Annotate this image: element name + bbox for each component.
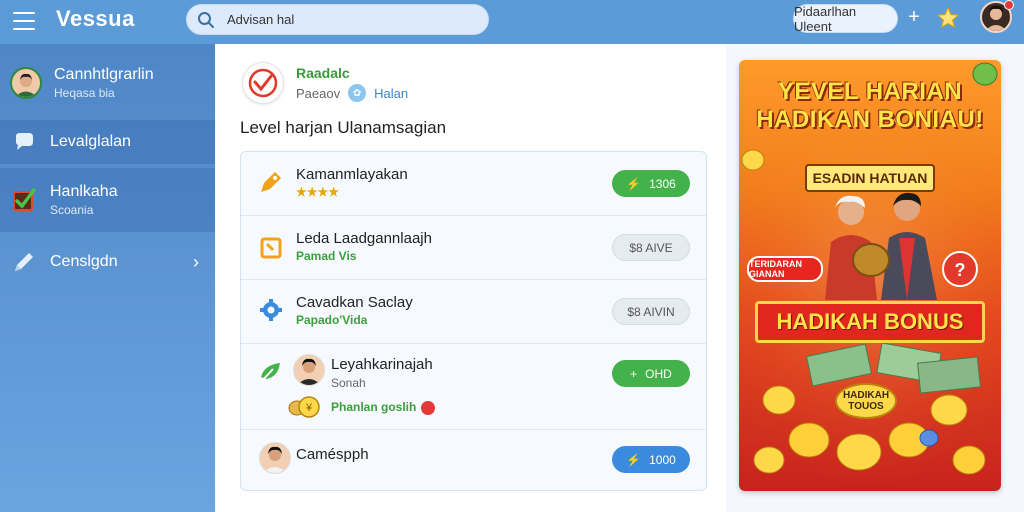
main-content: Raadalc Paeaov ✿ Halan Level harjan Ulan… xyxy=(216,44,726,512)
task-list-card: Kamanmlayakan ★★★★ ⚡ 1306 Leda Laadgannla… xyxy=(240,151,707,491)
avatar xyxy=(259,442,291,474)
star-icon[interactable] xyxy=(936,6,960,30)
promo-tag: ESADIN HATUAN xyxy=(805,164,935,192)
badge-icon: ✿ xyxy=(348,84,367,102)
bolt-icon: ⚡ xyxy=(626,176,642,191)
plus-icon: + xyxy=(630,366,638,381)
promo-headline-line-2: HADIKAN BONIAU! xyxy=(756,106,984,133)
row-title: Caméspph xyxy=(296,446,369,463)
search-icon xyxy=(198,11,214,28)
sidebar-item-profile[interactable]: Cannhtlgrarlin Heqasa bia xyxy=(0,58,215,108)
sidebar-item-label: Hanlkaha xyxy=(50,183,118,200)
chevron-right-icon: › xyxy=(193,251,199,272)
brand-sub-text: Paeaov xyxy=(296,85,341,101)
search-input[interactable] xyxy=(227,12,467,27)
claim-button-label: OHD xyxy=(645,366,672,381)
price-button[interactable]: $8 AIVIN xyxy=(612,298,690,325)
avatar xyxy=(293,354,325,386)
row-subtitle: Pamad Vis xyxy=(296,249,357,263)
header-action-button[interactable]: Pidaarlhan Uleent xyxy=(793,4,898,34)
list-item[interactable]: Cavadkan Saclay Papado'Vida $8 AIVIN xyxy=(241,280,706,344)
list-item[interactable]: Kamanmlayakan ★★★★ ⚡ 1306 xyxy=(241,152,706,216)
avatar xyxy=(10,67,42,99)
star-rating: ★★★★ xyxy=(296,185,340,199)
row-extra: Phanlan goslih xyxy=(331,400,417,414)
coin-icon: ¥ xyxy=(287,394,320,418)
sidebar-item-settings[interactable]: Censlgdn › xyxy=(0,242,215,282)
brand-logo xyxy=(242,62,284,104)
pencil-icon xyxy=(10,248,38,276)
promo-ribbon[interactable]: HADIKAH BONUS xyxy=(755,301,985,343)
leaf-icon xyxy=(257,358,285,386)
alert-dot-icon xyxy=(421,401,435,415)
sidebar-item-sublabel: Scoania xyxy=(50,203,94,217)
search-box[interactable] xyxy=(186,4,489,35)
list-item[interactable]: Caméspph ⚡ 1000 xyxy=(241,430,706,490)
menu-icon[interactable] xyxy=(12,9,36,33)
row-title: Leda Laadgannlaajh xyxy=(296,230,432,247)
checkbox-icon xyxy=(10,186,38,214)
brand-subtitle: Paeaov ✿ Halan xyxy=(296,84,408,102)
brand-title: Raadalc xyxy=(296,65,350,81)
square-icon xyxy=(257,234,285,262)
claim-button[interactable]: ⚡ 1306 xyxy=(612,170,690,197)
promo-banner[interactable]: ? YEVEL HARIAN HADIKAN BONIAU! ESADIN HA… xyxy=(739,60,1001,491)
notification-badge[interactable] xyxy=(1004,0,1014,10)
claim-button-label: 1306 xyxy=(649,176,676,191)
list-item[interactable]: Leda Laadgannlaajh Pamad Vis $8 AIVE xyxy=(241,216,706,280)
brand-sub-link[interactable]: Halan xyxy=(374,86,408,101)
sidebar-item-sublabel: Heqasa bia xyxy=(54,86,115,100)
row-title: Leyahkarinajah xyxy=(331,356,433,373)
row-title: Kamanmlayakan xyxy=(296,166,408,183)
promo-coin-label: HADIKAH TOUOS xyxy=(835,383,897,419)
bolt-icon: ⚡ xyxy=(626,452,642,467)
row-title: Cavadkan Saclay xyxy=(296,294,413,311)
gear-icon xyxy=(257,296,285,324)
promo-headline-line-1: YEVEL HARIAN xyxy=(777,78,963,105)
sidebar-item-label: Levalglalan xyxy=(50,133,131,150)
svg-text:¥: ¥ xyxy=(305,402,313,414)
row-subtitle: Papado'Vida xyxy=(296,313,368,327)
section-title: Level harjan Ulanamsagian xyxy=(240,118,447,137)
price-button[interactable]: $8 AIVE xyxy=(612,234,690,261)
app-logo[interactable]: Vessua xyxy=(56,6,135,32)
svg-text:?: ? xyxy=(955,260,966,280)
top-bar: Vessua Pidaarlhan Uleent + xyxy=(0,0,1024,44)
claim-button-label: 1000 xyxy=(649,452,676,467)
list-item[interactable]: Leyahkarinajah Sonah ¥ Phanlan goslih + O… xyxy=(241,344,706,430)
tag-icon xyxy=(257,168,285,196)
row-subtitle: Sonah xyxy=(331,376,366,390)
sidebar-item-label: Censlgdn xyxy=(50,253,118,270)
claim-button[interactable]: + OHD xyxy=(612,360,690,387)
sidebar-item-level[interactable]: Levalglalan xyxy=(0,120,215,164)
sidebar: Cannhtlgrarlin Heqasa bia Levalglalan Ha… xyxy=(0,44,215,512)
claim-button[interactable]: ⚡ 1000 xyxy=(612,446,690,473)
chat-bubble-icon xyxy=(10,128,38,156)
promo-headline: YEVEL HARIAN HADIKAN BONIAU! xyxy=(739,78,1001,134)
promo-bubble: TERIDARAN GIANAN xyxy=(747,256,823,282)
sidebar-item-hanlkaha[interactable]: Hanlkaha Scoania xyxy=(0,168,215,232)
sidebar-item-label: Cannhtlgrarlin xyxy=(54,66,154,83)
add-button[interactable]: + xyxy=(906,6,922,28)
